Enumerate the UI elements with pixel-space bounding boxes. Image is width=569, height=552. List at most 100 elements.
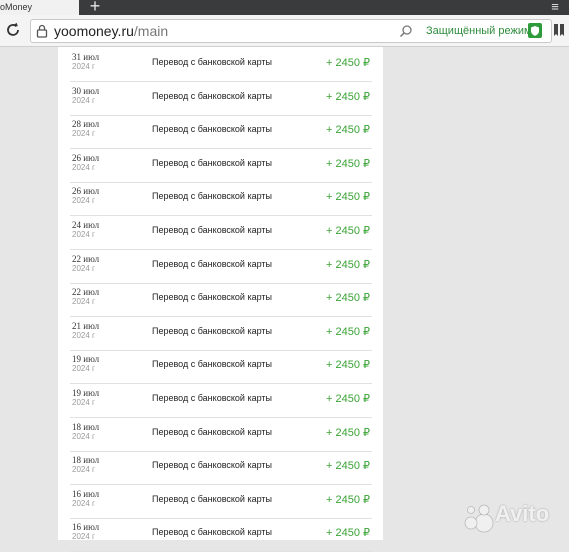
page-content: 31 июл 2024 г Перевод с банковской карты + … (0, 47, 569, 552)
transaction-amount: + 2450 ₽ (325, 124, 370, 137)
transaction-description: Перевод с банковской карты (152, 460, 272, 471)
transaction-day: 26 июл (72, 152, 100, 163)
transaction-date: 22 июл 2024 г (72, 254, 112, 274)
reload-icon[interactable] (5, 22, 21, 38)
search-icon[interactable] (399, 24, 413, 38)
transaction-amount: + 2450 ₽ (325, 393, 370, 405)
transaction-year: 2024 г (72, 263, 95, 273)
transaction-row[interactable]: 22 июл 2024 г Перевод с банковской карты + … (70, 250, 372, 284)
address-bar[interactable]: yoomoney.ru/main Защищённый режим (30, 19, 552, 43)
transaction-day: 18 июл (72, 421, 100, 432)
transaction-day: 19 июл (72, 354, 100, 365)
transaction-day: 18 июл (72, 455, 100, 466)
transaction-row[interactable]: 16 июл 2024 г Перевод с банковской карты + … (70, 485, 372, 519)
transaction-amount: + 2450 ₽ (325, 157, 370, 170)
transaction-year: 2024 г (72, 162, 95, 172)
transaction-description: Перевод с банковской карты (152, 90, 272, 101)
transaction-day: 22 июл (72, 287, 100, 298)
transaction-date: 24 июл 2024 г (72, 220, 112, 240)
transaction-row[interactable]: 31 июл 2024 г Перевод с банковской карты + … (70, 48, 372, 82)
transaction-amount: + 2450 ₽ (325, 493, 370, 506)
tab-strip: oMoney + ≡ (0, 0, 569, 15)
transaction-day: 16 июл (72, 522, 100, 533)
transaction-day: 16 июл (72, 488, 100, 499)
transaction-description: Перевод с банковской карты (152, 258, 272, 269)
transaction-date: 19 июл 2024 г (72, 354, 112, 374)
transaction-day: 22 июл (72, 253, 100, 264)
url-text[interactable]: yoomoney.ru/main (54, 22, 168, 40)
bookmark-icon[interactable] (553, 23, 565, 37)
transaction-date: 26 июл 2024 г (72, 186, 112, 206)
transaction-year: 2024 г (72, 532, 95, 542)
transaction-date: 19 июл 2024 г (72, 388, 112, 408)
transaction-day: 31 июл (72, 52, 100, 62)
avito-watermark-text: Avito (495, 501, 550, 526)
transaction-row[interactable]: 19 июл 2024 г Перевод с банковской карты + … (70, 350, 372, 385)
browser-menu-icon[interactable]: ≡ (547, 0, 563, 15)
transaction-row[interactable]: 26 июл 2024 г Перевод с банковской карты + … (70, 182, 372, 217)
transaction-day: 21 июл (72, 320, 100, 331)
transaction-day: 24 июл (72, 220, 100, 230)
transaction-day: 19 июл (72, 388, 100, 398)
transaction-description: Перевод с банковской карты (152, 359, 272, 370)
browser-toolbar: yoomoney.ru/main Защищённый режим (0, 15, 569, 47)
new-tab-button[interactable]: + (86, 0, 104, 15)
transaction-row[interactable]: 16 июл 2024 г Перевод с банковской карты + … (70, 518, 372, 552)
transaction-amount: + 2450 ₽ (325, 292, 370, 305)
transaction-row[interactable]: 24 июл 2024 г Перевод с банковской карты + … (70, 216, 372, 250)
transaction-description: Перевод с банковской карты (152, 527, 272, 538)
transaction-year: 2024 г (72, 431, 95, 441)
transaction-amount: + 2450 ₽ (325, 191, 370, 204)
transaction-date: 31 июл 2024 г (72, 52, 112, 72)
transaction-date: 21 июл 2024 г (72, 321, 112, 341)
transaction-row[interactable]: 18 июл 2024 г Перевод с банковской карты + … (70, 451, 372, 486)
transaction-year: 2024 г (72, 297, 95, 307)
transaction-day: 28 июл (72, 119, 100, 130)
transaction-year: 2024 г (72, 465, 95, 475)
browser-tab[interactable]: oMoney (0, 0, 79, 15)
transaction-year: 2024 г (72, 498, 95, 508)
shield-icon[interactable] (528, 23, 542, 38)
transaction-row[interactable]: 22 июл 2024 г Перевод с банковской карты + … (70, 283, 372, 318)
url-host: yoomoney.ru (54, 23, 134, 39)
transaction-amount: + 2450 ₽ (325, 527, 370, 540)
transaction-description: Перевод с банковской карты (152, 191, 272, 202)
transaction-description: Перевод с банковской карты (152, 426, 272, 437)
transaction-date: 16 июл 2024 г (72, 489, 112, 509)
transaction-description: Перевод с банковской карты (152, 493, 272, 504)
transaction-description: Перевод с банковской карты (152, 57, 272, 67)
transaction-year: 2024 г (72, 95, 95, 105)
transaction-day: 30 июл (72, 85, 100, 96)
transaction-description: Перевод с банковской карты (152, 225, 272, 235)
transaction-year: 2024 г (72, 129, 95, 139)
transaction-row[interactable]: 26 июл 2024 г Перевод с банковской карты + … (70, 149, 372, 183)
transaction-date: 28 июл 2024 г (72, 119, 112, 139)
transaction-description: Перевод с банковской карты (152, 325, 272, 336)
transaction-amount: + 2450 ₽ (325, 225, 370, 237)
transaction-description: Перевод с банковской карты (152, 124, 272, 135)
transaction-amount: + 2450 ₽ (325, 460, 370, 473)
transaction-amount: + 2450 ₽ (325, 359, 370, 372)
url-path: /main (133, 23, 169, 39)
transaction-amount: + 2450 ₽ (325, 325, 370, 338)
secure-mode-label[interactable]: Защищённый режим (426, 23, 532, 39)
transaction-description: Перевод с банковской карты (152, 292, 272, 303)
transaction-year: 2024 г (72, 196, 95, 206)
lock-icon (36, 24, 48, 38)
transaction-row[interactable]: 21 июл 2024 г Перевод с банковской карты + … (70, 317, 372, 351)
transaction-row[interactable]: 28 июл 2024 г Перевод с банковской карты + … (70, 115, 372, 150)
transaction-year: 2024 г (72, 364, 95, 374)
transaction-row[interactable]: 18 июл 2024 г Перевод с банковской карты + … (70, 418, 372, 452)
transaction-row[interactable]: 19 июл 2024 г Перевод с банковской карты + … (70, 384, 372, 418)
transaction-year: 2024 г (72, 230, 95, 239)
transaction-amount: + 2450 ₽ (325, 90, 370, 103)
transaction-date: 18 июл 2024 г (72, 422, 112, 442)
transactions-panel: 31 июл 2024 г Перевод с банковской карты + … (58, 47, 383, 552)
transaction-year: 2024 г (72, 330, 95, 340)
transaction-year: 2024 г (72, 398, 95, 407)
transaction-date: 16 июл 2024 г (72, 522, 112, 542)
transaction-description: Перевод с банковской карты (152, 157, 272, 168)
transaction-date: 22 июл 2024 г (72, 287, 112, 307)
transaction-row[interactable]: 30 июл 2024 г Перевод с банковской карты + … (70, 82, 372, 116)
transaction-amount: + 2450 ₽ (325, 258, 370, 271)
